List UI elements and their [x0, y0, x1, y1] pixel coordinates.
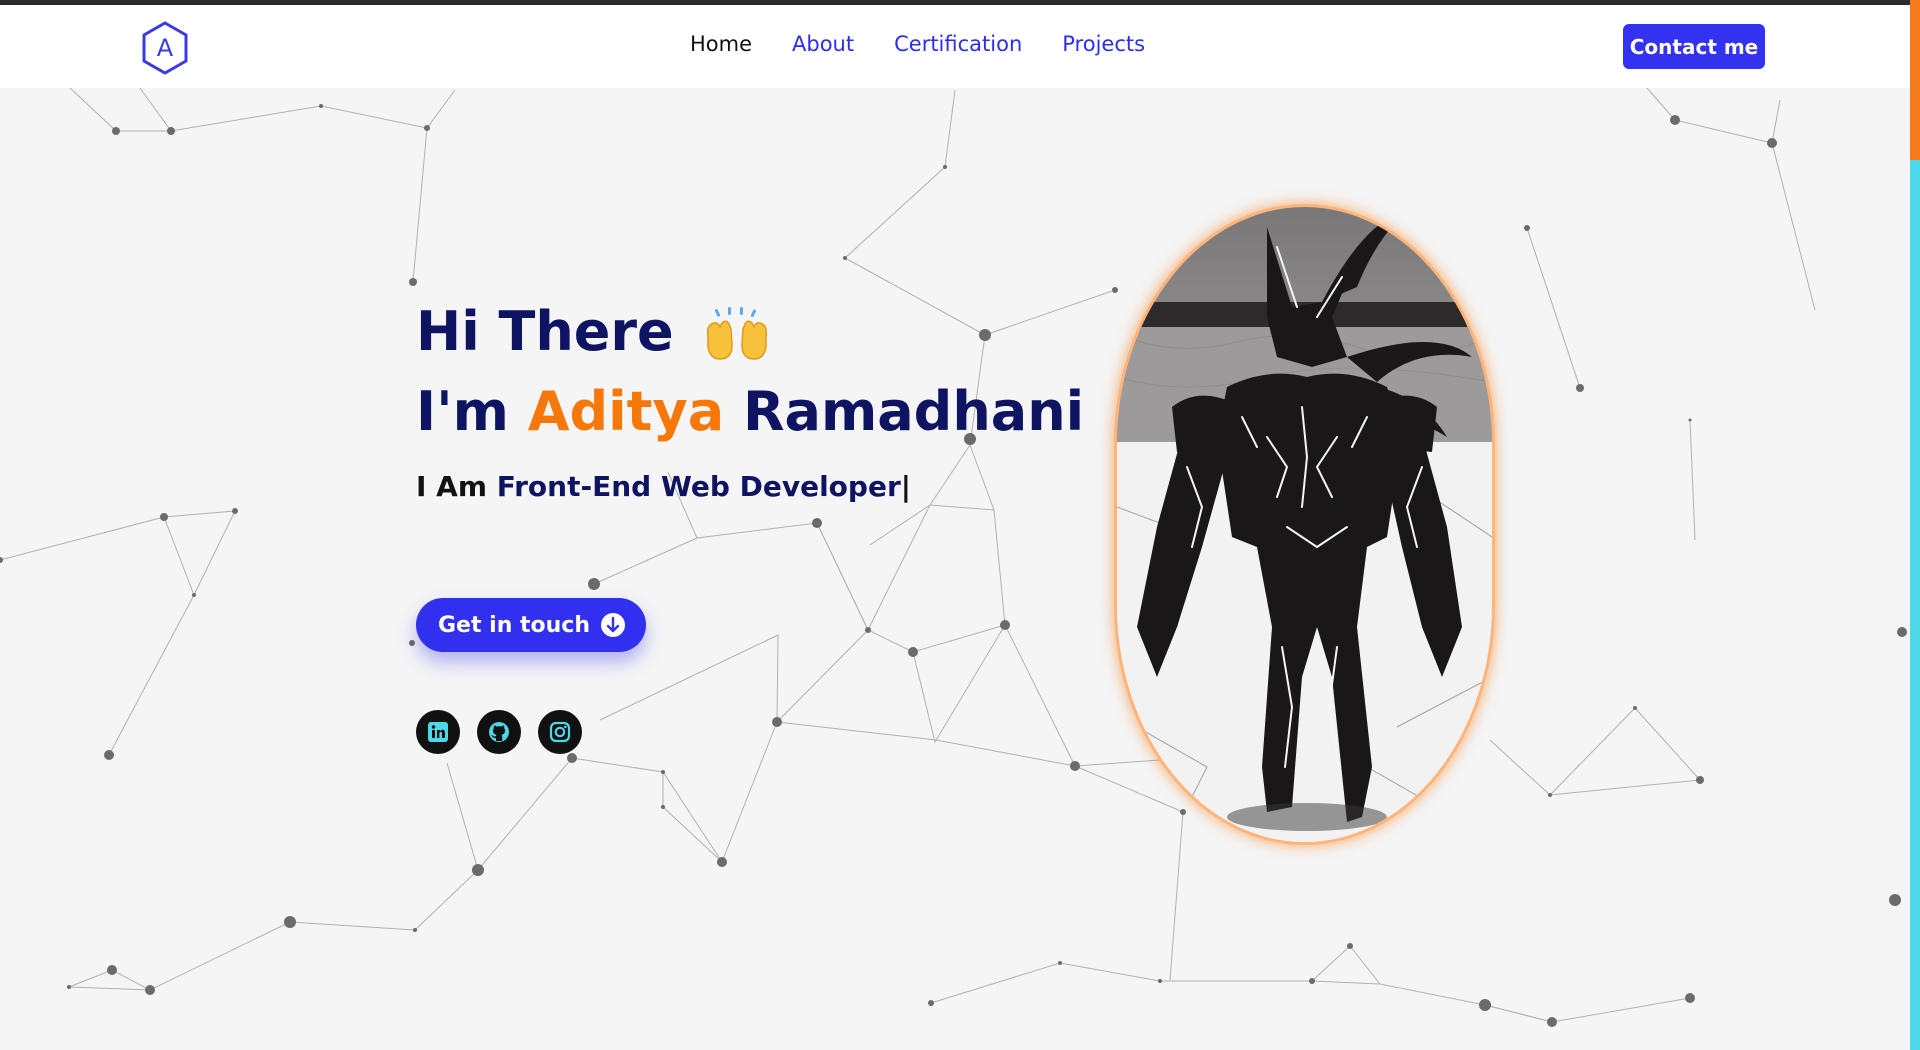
logo-letter: A: [156, 34, 174, 62]
github-icon: [489, 722, 509, 742]
page-scrollbar[interactable]: [1910, 0, 1920, 1050]
get-in-touch-label: Get in touch: [438, 612, 591, 638]
nav-link-about[interactable]: About: [792, 32, 854, 56]
typing-cursor: |: [900, 470, 911, 503]
name-prefix: I'm: [416, 380, 509, 443]
role-prefix: I Am: [416, 470, 488, 503]
greeting-text: Hi There: [416, 300, 674, 363]
hero-portrait: [1117, 207, 1492, 842]
nav-link-certification[interactable]: Certification: [894, 32, 1022, 56]
first-name: Aditya: [527, 380, 725, 443]
instagram-icon: [549, 721, 571, 743]
raising-hands-icon: [707, 307, 768, 361]
arrow-down-circle-icon: [601, 613, 625, 637]
nav-link-projects[interactable]: Projects: [1062, 32, 1145, 56]
nav-link-home[interactable]: Home: [690, 32, 752, 56]
linkedin-link[interactable]: [416, 710, 460, 754]
hero-name: I'm Aditya Ramadhani: [416, 380, 1084, 443]
get-in-touch-button[interactable]: Get in touch: [416, 598, 646, 652]
hero-section: Hi There I'm Aditya Ramadhani I Am Front…: [0, 0, 1910, 1050]
hero-role: I Am Front-End Web Developer|: [416, 470, 911, 503]
github-link[interactable]: [477, 710, 521, 754]
top-navbar: A Home About Certification Projects Cont…: [0, 5, 1910, 88]
social-links: [416, 710, 582, 754]
nav-links: Home About Certification Projects: [690, 32, 1145, 56]
hero-greeting: Hi There: [416, 300, 772, 363]
linkedin-icon: [428, 722, 448, 742]
logo[interactable]: A: [140, 20, 190, 76]
contact-me-button[interactable]: Contact me: [1623, 24, 1765, 69]
instagram-link[interactable]: [538, 710, 582, 754]
last-name: Ramadhani: [742, 380, 1085, 443]
role-typed-text: Front-End Web Developer: [496, 470, 901, 503]
character-illustration: [1117, 207, 1492, 842]
scrollbar-thumb[interactable]: [1910, 0, 1920, 160]
